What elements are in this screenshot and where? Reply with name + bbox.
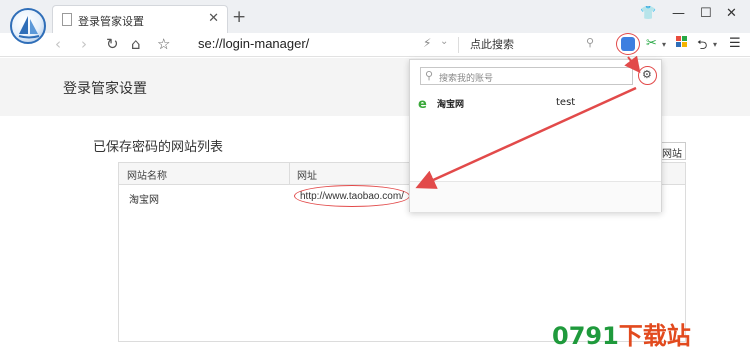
account-list-item[interactable]: e 淘宝网 test (418, 96, 654, 112)
tab-login-manager[interactable]: 登录管家设置 ✕ (52, 5, 228, 33)
menu-icon[interactable]: ☰ (729, 36, 741, 51)
ie-icon: e (418, 97, 427, 109)
table-row-site-name[interactable]: 淘宝网 (129, 191, 159, 206)
new-tab-button[interactable]: + (232, 7, 246, 27)
refresh-icon[interactable]: ↻ (106, 35, 119, 53)
login-manager-popup: ⚲ 搜索我的账号 ⚙ e 淘宝网 test (409, 59, 662, 212)
page-icon (62, 13, 72, 26)
column-divider (289, 163, 290, 185)
back-icon[interactable]: ‹ (55, 35, 61, 53)
browser-logo-icon (10, 8, 46, 44)
maximize-button[interactable]: ☐ (700, 6, 712, 21)
undo-icon[interactable]: ⮌ (697, 36, 707, 58)
popup-footer (410, 181, 661, 212)
scissors-icon[interactable]: ✂ (646, 36, 657, 51)
account-site: 淘宝网 (437, 100, 465, 110)
address-bar[interactable]: se://login-manager/ (198, 36, 309, 51)
settings-button[interactable]: ⚙ (638, 66, 657, 85)
bolt-icon[interactable]: ⚡ (423, 36, 431, 50)
watermark-prefix: 0791 (552, 322, 619, 350)
forward-icon[interactable]: › (81, 35, 87, 53)
star-icon[interactable]: ☆ (157, 35, 170, 53)
toolbar: ‹ › ↻ ⌂ ☆ se://login-manager/ ⚡ ⌄ 点此搜索 ⚲… (0, 33, 750, 57)
table-row-url[interactable]: http://www.taobao.com/ (300, 191, 404, 202)
divider (458, 37, 459, 53)
page-title: 登录管家设置 (63, 81, 147, 97)
watermark-suffix: 下载站 (618, 322, 691, 350)
account-username: test (556, 97, 576, 108)
close-tab-icon[interactable]: ✕ (208, 11, 219, 26)
chevron-down-icon[interactable]: ▾ (662, 40, 666, 49)
column-header-url: 网址 (297, 171, 317, 182)
svg-text:e: e (418, 97, 427, 109)
magnifier-icon[interactable]: ⚲ (586, 36, 594, 49)
gear-icon: ⚙ (642, 68, 652, 81)
account-search-input[interactable]: ⚲ 搜索我的账号 (420, 67, 633, 85)
section-title: 已保存密码的网站列表 (93, 140, 224, 155)
chevron-down-icon[interactable]: ⌄ (440, 36, 448, 47)
minimize-button[interactable]: — (672, 6, 685, 21)
title-bar: 登录管家设置 ✕ + 👕 — ☐ ✕ (0, 0, 750, 33)
apps-icon[interactable] (676, 36, 688, 52)
skin-icon[interactable]: 👕 (640, 6, 656, 21)
chevron-down-icon[interactable]: ▾ (713, 40, 717, 49)
site-watermark: 0791下载站 (552, 316, 691, 351)
close-window-button[interactable]: ✕ (726, 6, 737, 21)
search-input[interactable]: 点此搜索 (470, 36, 514, 52)
search-icon: ⚲ (425, 69, 434, 82)
account-search-placeholder: 搜索我的账号 (439, 74, 494, 84)
key-icon (621, 37, 635, 51)
home-icon[interactable]: ⌂ (131, 35, 141, 53)
column-header-site-name: 网站名称 (127, 171, 167, 182)
login-manager-button[interactable] (616, 33, 640, 55)
tab-title: 登录管家设置 (78, 15, 144, 28)
